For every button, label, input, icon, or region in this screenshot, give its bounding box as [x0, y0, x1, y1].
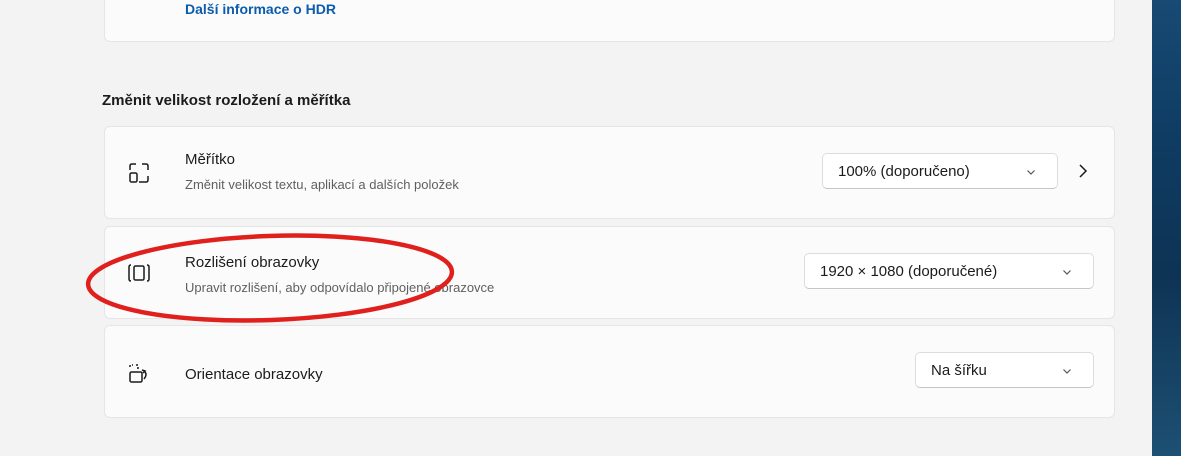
chevron-down-icon	[1061, 364, 1073, 376]
resolution-dropdown-value: 1920 × 1080 (doporučené)	[820, 262, 998, 280]
orientation-dropdown-value: Na šířku	[931, 361, 987, 379]
resolution-setting-card[interactable]: Rozlišení obrazovky Upravit rozlišení, a…	[104, 226, 1115, 319]
desktop-edge	[1152, 0, 1181, 456]
orientation-icon	[127, 362, 151, 386]
section-title: Změnit velikost rozložení a měřítka	[102, 92, 351, 109]
chevron-right-icon[interactable]	[1075, 162, 1091, 180]
orientation-setting-card[interactable]: Orientace obrazovky Na šířku	[104, 325, 1115, 418]
resolution-title: Rozlišení obrazovky	[185, 254, 320, 271]
hdr-card: Další informace o HDR	[104, 0, 1115, 42]
resolution-dropdown[interactable]: 1920 × 1080 (doporučené)	[804, 253, 1094, 289]
scale-icon	[127, 161, 151, 185]
orientation-dropdown[interactable]: Na šířku	[915, 352, 1094, 388]
chevron-down-icon	[1061, 265, 1073, 277]
chevron-down-icon	[1025, 165, 1037, 177]
hdr-info-link[interactable]: Další informace o HDR	[185, 1, 336, 17]
resolution-subtitle: Upravit rozlišení, aby odpovídalo připoj…	[185, 280, 495, 295]
scale-dropdown[interactable]: 100% (doporučeno)	[822, 153, 1058, 189]
orientation-title: Orientace obrazovky	[185, 366, 323, 383]
scale-setting-card[interactable]: Měřítko Změnit velikost textu, aplikací …	[104, 126, 1115, 219]
resolution-icon	[127, 261, 151, 285]
scale-title: Měřítko	[185, 151, 236, 168]
scale-dropdown-value: 100% (doporučeno)	[838, 162, 970, 180]
scale-subtitle: Změnit velikost textu, aplikací a dalšíc…	[185, 177, 459, 192]
